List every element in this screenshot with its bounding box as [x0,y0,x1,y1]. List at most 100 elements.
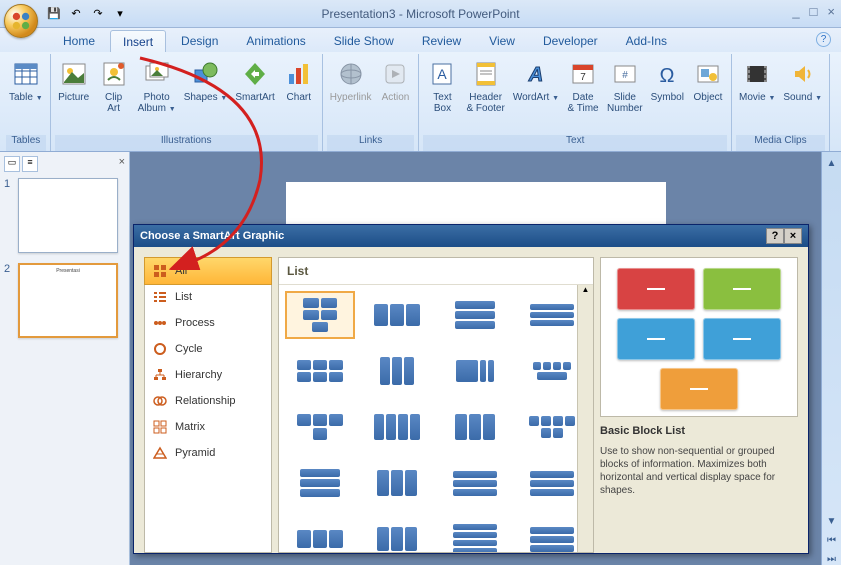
ribbon-symbol-button[interactable]: ΩSymbol [648,56,687,105]
right-scrollbar[interactable]: ▲ ▼ ⏮ ⏭ [821,152,841,565]
category-hierarchy[interactable]: Hierarchy [145,362,271,388]
gallery-scrollbar[interactable]: ▲ [577,285,593,552]
tab-add-ins[interactable]: Add-Ins [613,29,680,52]
list-category-icon [153,290,167,304]
ribbon-action-button[interactable]: Action [376,56,414,105]
gallery-item-6[interactable] [440,347,510,395]
ribbon-movie-button[interactable]: Movie ▼ [736,56,778,106]
category-pyramid[interactable]: Pyramid [145,440,271,466]
dialog-help-button[interactable]: ? [766,228,784,244]
preview-block-1 [703,268,781,310]
tab-view[interactable]: View [476,29,528,52]
category-cycle[interactable]: Cycle [145,336,271,362]
ribbon-shapes-button[interactable]: Shapes ▼ [181,56,231,106]
ribbon-table-button[interactable]: Table ▼ [6,56,46,106]
title-bar: 💾 ↶ ↷ ▾ Presentation3 - Microsoft PowerP… [0,0,841,28]
ribbon-button-label: Sound ▼ [783,92,822,104]
undo-icon[interactable]: ↶ [68,6,84,22]
maximize-button[interactable]: □ [810,4,818,19]
gallery-thumb-icon [295,298,345,332]
category-label: Process [175,317,215,329]
ribbon-group-tables: Table ▼Tables [2,54,51,151]
slides-tab-icon[interactable]: ▭ [4,156,20,172]
office-button[interactable] [4,4,38,38]
qat-more-icon[interactable]: ▾ [112,6,128,22]
redo-icon[interactable]: ↷ [90,6,106,22]
help-icon[interactable]: ? [816,32,831,47]
ribbon-slide-button[interactable]: #SlideNumber [604,56,646,116]
svg-text:#: # [622,70,628,81]
layout-gallery: List ▲ [278,257,594,553]
ribbon-header-button[interactable]: Header& Footer [463,56,507,116]
ribbon-sound-button[interactable]: Sound ▼ [780,56,825,106]
thumb-preview[interactable]: Presentasi [18,263,118,338]
ribbon-smartart-button[interactable]: SmartArt [232,56,277,105]
tab-slide-show[interactable]: Slide Show [321,29,407,52]
ribbon-object-button[interactable]: Object [689,56,727,105]
ribbon-date-button[interactable]: 7Date& Time [564,56,602,116]
category-matrix[interactable]: Matrix [145,414,271,440]
category-all[interactable]: All [144,257,272,285]
tab-review[interactable]: Review [409,29,474,52]
prev-slide-icon[interactable]: ⏮ [827,535,836,546]
ribbon-text-button[interactable]: ATextBox [423,56,461,116]
category-process[interactable]: Process [145,310,271,336]
ribbon-chart-button[interactable]: Chart [280,56,318,105]
gallery-item-2[interactable] [440,291,510,339]
gallery-thumb-icon [295,530,345,548]
ribbon-wordart-button[interactable]: AWordArt ▼ [510,56,562,106]
gallery-item-10[interactable] [440,403,510,451]
scroll-up-icon[interactable]: ▲ [827,158,837,169]
panel-close-icon[interactable]: × [119,156,125,174]
thumb-preview[interactable] [18,178,118,253]
preview-block-4 [660,368,738,410]
ribbon-group-label: Text [423,135,727,151]
gallery-item-4[interactable] [285,347,355,395]
ribbon-picture-button[interactable]: Picture [55,56,93,105]
slide-thumbnails-panel: ▭ ≡ × 1 2Presentasi [0,152,130,565]
ribbon-button-label: TextBox [433,92,451,114]
tab-developer[interactable]: Developer [530,29,611,52]
dialog-close-button[interactable]: × [784,228,802,244]
gallery-item-8[interactable] [285,403,355,451]
ribbon-button-label: Date& Time [567,92,598,114]
gallery-item-1[interactable] [363,291,433,339]
gallery-item-17[interactable] [363,515,433,552]
ribbon-clip-button[interactable]: ClipArt [95,56,133,116]
gallery-item-14[interactable] [440,459,510,507]
gallery-item-16[interactable] [285,515,355,552]
gallery-item-13[interactable] [363,459,433,507]
gallery-thumb-icon [527,304,577,326]
save-icon[interactable]: 💾 [46,6,62,22]
outline-tab-icon[interactable]: ≡ [22,156,38,172]
gallery-thumb-icon [372,527,422,551]
ribbon-photo-button[interactable]: PhotoAlbum ▼ [135,56,179,117]
category-list[interactable]: List [145,284,271,310]
gallery-item-9[interactable] [363,403,433,451]
gallery-item-5[interactable] [363,347,433,395]
symbol-icon: Ω [651,58,683,90]
ribbon-group-label: Links [327,135,415,151]
minimize-button[interactable]: _ [792,4,799,19]
smartart-icon [239,58,271,90]
chart-icon [283,58,315,90]
tab-design[interactable]: Design [168,29,231,52]
tab-home[interactable]: Home [50,29,108,52]
category-relationship[interactable]: Relationship [145,388,271,414]
gallery-item-18[interactable] [440,515,510,552]
slide-thumb-1[interactable]: 1 [4,178,125,253]
gallery-thumb-icon [295,360,345,382]
ribbon-button-label: Action [382,92,410,103]
tab-insert[interactable]: Insert [110,30,166,52]
scroll-down-icon[interactable]: ▼ [827,516,837,527]
next-slide-icon[interactable]: ⏭ [827,554,836,565]
ribbon-hyperlink-button[interactable]: Hyperlink [327,56,375,105]
close-button[interactable]: × [827,4,835,19]
dialog-titlebar[interactable]: Choose a SmartArt Graphic ? × [134,225,808,247]
gallery-item-12[interactable] [285,459,355,507]
slide-thumb-2[interactable]: 2Presentasi [4,263,125,338]
tab-animations[interactable]: Animations [233,29,318,52]
ribbon-button-label: Object [694,92,723,103]
ribbon-button-label: Picture [58,92,89,103]
gallery-item-0[interactable] [285,291,355,339]
